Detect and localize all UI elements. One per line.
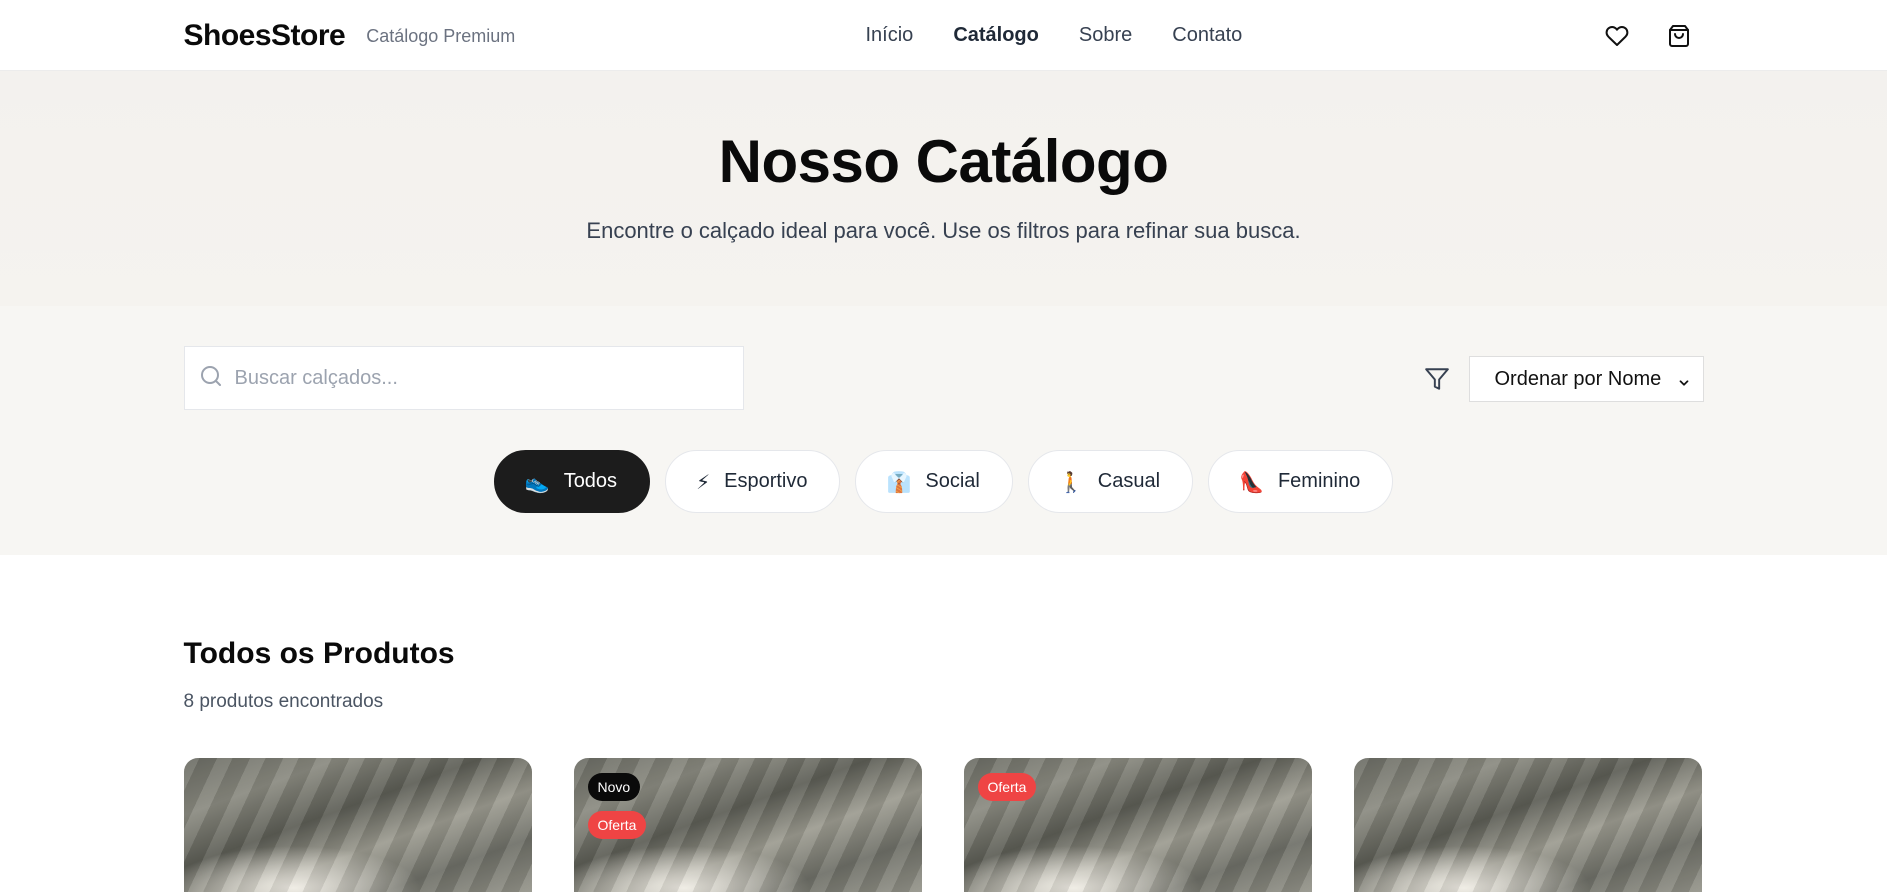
suit-icon: 👔 <box>886 469 912 494</box>
sale-badge: Oferta <box>977 773 1037 801</box>
search-input[interactable] <box>234 366 715 390</box>
product-image <box>1353 758 1702 892</box>
product-badges: Oferta <box>977 773 1037 801</box>
nav-item-contato[interactable]: Contato <box>1172 24 1242 47</box>
brand-subtitle: Catálogo Premium <box>366 26 516 46</box>
site-header: ShoesStore Catálogo Premium Início Catál… <box>0 0 1887 71</box>
category-chip-casual[interactable]: 🚶 Casual <box>1027 450 1194 513</box>
header-actions <box>1604 0 1692 71</box>
sneaker-icon: 👟 <box>524 469 550 494</box>
nav-item-catalogo[interactable]: Catálogo <box>953 24 1039 47</box>
products-title: Todos os Produtos <box>183 637 455 670</box>
sort-select[interactable]: Ordenar por Nome <box>1468 356 1704 402</box>
category-chips: 👟 Todos ⚡ Esportivo 👔 Social 🚶 Casual 👠 … <box>184 450 1704 513</box>
category-chip-label: Todos <box>563 470 618 492</box>
category-chip-label: Feminino <box>1277 470 1361 492</box>
new-badge: Novo <box>587 773 641 801</box>
lightning-icon: ⚡ <box>696 469 711 494</box>
main-nav: Início Catálogo Sobre Contato <box>866 0 1243 71</box>
brand-logo[interactable]: ShoesStore <box>184 19 346 53</box>
products-count: 8 produtos encontrados <box>183 691 384 712</box>
nav-item-inicio[interactable]: Início <box>866 24 914 47</box>
product-card[interactable] <box>1353 758 1702 892</box>
category-chip-social[interactable]: 👔 Social <box>855 450 1013 513</box>
product-card[interactable]: Novo Oferta <box>573 758 922 892</box>
category-chip-todos[interactable]: 👟 Todos <box>493 450 651 513</box>
products-section: Todos os Produtos 8 produtos encontrados… <box>0 555 1887 892</box>
product-badges: Novo Oferta <box>587 773 647 839</box>
sort-select-value: Ordenar por Nome <box>1494 367 1662 390</box>
category-chip-feminino[interactable]: 👠 Feminino <box>1208 450 1394 513</box>
nav-item-sobre[interactable]: Sobre <box>1079 24 1132 47</box>
search-icon <box>199 364 223 393</box>
product-card[interactable]: Oferta <box>963 758 1312 892</box>
heart-icon[interactable] <box>1604 23 1630 49</box>
hero-section: Nosso Catálogo Encontre o calçado ideal … <box>0 71 1887 306</box>
search-box[interactable] <box>183 346 744 410</box>
chevron-down-icon <box>1677 373 1691 396</box>
product-card[interactable] <box>183 758 532 892</box>
page-description: Encontre o calçado ideal para você. Use … <box>586 218 1301 243</box>
filter-icon[interactable] <box>1424 366 1450 392</box>
category-chip-esportivo[interactable]: ⚡ Esportivo <box>665 450 841 513</box>
filters-section: Ordenar por Nome 👟 Todos ⚡ Esportivo 👔 S… <box>0 306 1887 555</box>
product-grid: Novo Oferta Oferta <box>183 758 1704 892</box>
walking-person-icon: 🚶 <box>1058 469 1084 494</box>
sale-badge: Oferta <box>587 811 647 839</box>
category-chip-label: Social <box>925 470 980 492</box>
high-heel-icon: 👠 <box>1239 469 1264 494</box>
shopping-bag-icon[interactable] <box>1666 23 1692 49</box>
category-chip-label: Casual <box>1097 470 1161 492</box>
product-image <box>183 758 532 892</box>
page-title: Nosso Catálogo <box>718 128 1169 195</box>
category-chip-label: Esportivo <box>724 470 808 492</box>
